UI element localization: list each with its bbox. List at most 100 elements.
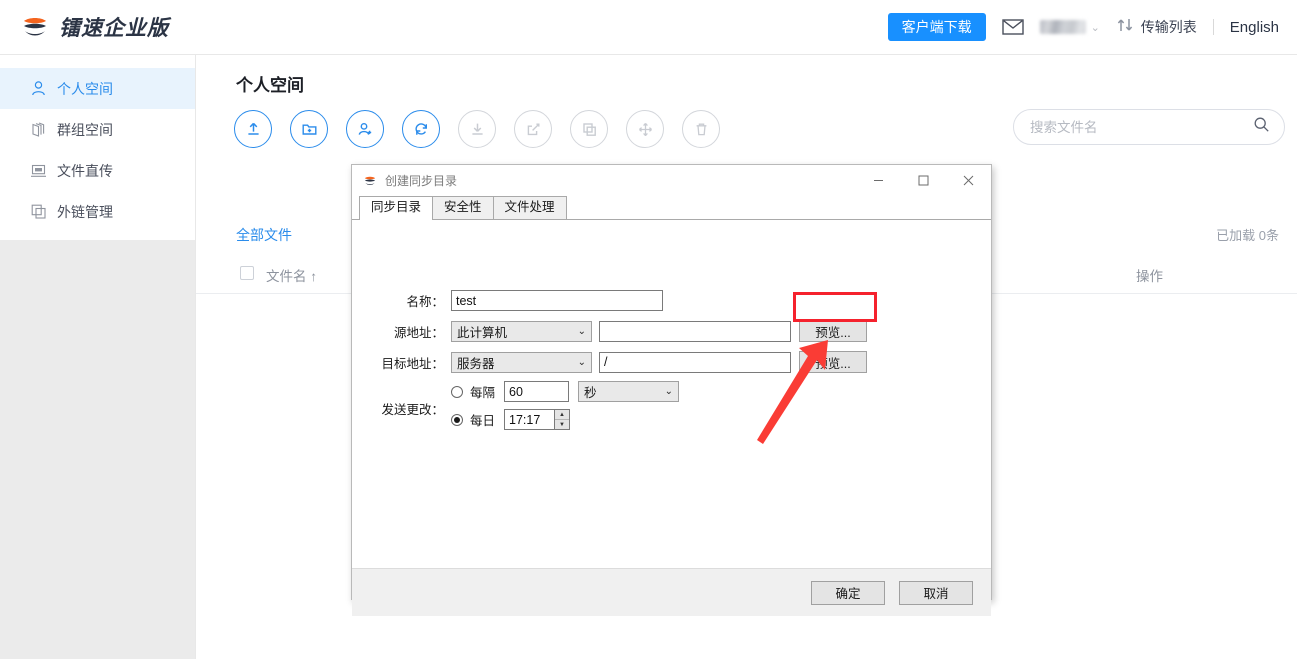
copy-icon — [580, 120, 599, 139]
move-icon — [636, 120, 655, 139]
close-icon[interactable] — [946, 165, 991, 196]
search-icon[interactable] — [1253, 116, 1270, 138]
daily-radio-label: 每日 — [470, 410, 495, 429]
source-type-value: 此计算机 — [457, 322, 507, 341]
external-link-button — [514, 110, 552, 148]
search-input[interactable] — [1028, 119, 1253, 136]
interval-unit-select[interactable]: 秒 ⌄ — [578, 381, 679, 402]
transfer-list-label: 传输列表 — [1141, 17, 1197, 37]
download-button — [458, 110, 496, 148]
interval-radio-wrap[interactable]: 每隔 — [451, 382, 495, 401]
cancel-button[interactable]: 取消 — [899, 581, 973, 605]
client-download-button[interactable]: 客户端下载 — [888, 13, 986, 41]
sidebar-item-label: 文件直传 — [57, 161, 113, 181]
ok-button[interactable]: 确定 — [811, 581, 885, 605]
source-type-select[interactable]: 此计算机 ⌄ — [451, 321, 592, 342]
daily-time-input[interactable] — [504, 409, 555, 430]
spinner-up-icon[interactable]: ▲ — [555, 410, 569, 420]
leisu-logo-icon — [20, 12, 50, 42]
external-link-manage-icon — [30, 203, 47, 220]
send-changes-label: 发送更改： — [362, 399, 444, 418]
group-icon — [30, 121, 47, 138]
dialog-footer: 确定 取消 — [352, 568, 991, 616]
sidebar-item-label: 个人空间 — [57, 79, 113, 99]
mail-icon[interactable] — [1002, 18, 1024, 36]
sync-icon — [412, 120, 431, 139]
language-switch[interactable]: English — [1230, 19, 1279, 36]
target-type-select[interactable]: 服务器 ⌄ — [451, 352, 592, 373]
leisu-logo-icon — [363, 174, 377, 188]
header-actions: 客户端下载 ⌄ 传输列表 — [888, 13, 1279, 41]
loaded-count: 已加载 0条 — [1216, 225, 1279, 244]
upload-button[interactable] — [234, 110, 272, 148]
user-icon — [30, 80, 47, 97]
sidebar-item-external-link-manage[interactable]: 外链管理 — [0, 191, 195, 232]
transfer-list-button[interactable]: 传输列表 — [1116, 16, 1197, 39]
interval-radio[interactable] — [451, 386, 463, 398]
breadcrumb[interactable]: 全部文件 — [236, 225, 292, 245]
tab-sync-directory[interactable]: 同步目录 — [359, 196, 433, 220]
select-all-checkbox[interactable] — [240, 266, 254, 280]
target-row: 目标地址： 服务器 ⌄ 预览... — [362, 351, 867, 373]
interval-unit-value: 秒 — [584, 382, 597, 401]
trash-icon — [692, 120, 711, 139]
chevron-down-icon: ⌄ — [578, 326, 586, 337]
user-menu[interactable]: ⌄ — [1040, 20, 1100, 34]
column-header-filename[interactable]: 文件名 ↑ — [266, 265, 317, 285]
source-label: 源地址： — [362, 322, 444, 341]
window-controls — [856, 165, 991, 196]
interval-value-input[interactable] — [504, 381, 569, 402]
target-label: 目标地址： — [362, 353, 444, 372]
page-title: 个人空间 — [236, 71, 304, 96]
interval-radio-label: 每隔 — [470, 382, 495, 401]
share-user-button[interactable] — [346, 110, 384, 148]
file-toolbar — [234, 110, 720, 148]
username-blurred — [1040, 20, 1086, 34]
send-changes-label-wrap: 发送更改： — [362, 399, 451, 418]
tab-file-processing[interactable]: 文件处理 — [493, 196, 567, 219]
brand: 镭速企业版 — [20, 12, 169, 42]
daily-row: 每日 ▲ ▼ — [451, 409, 570, 430]
target-browse-button[interactable]: 预览... — [799, 351, 867, 373]
daily-radio-wrap[interactable]: 每日 — [451, 410, 495, 429]
chevron-down-icon: ⌄ — [1091, 21, 1100, 34]
add-user-icon — [356, 120, 375, 139]
maximize-icon[interactable] — [901, 165, 946, 196]
dialog-title: 创建同步目录 — [385, 172, 457, 189]
sidebar-item-personal-space[interactable]: 个人空间 — [0, 68, 195, 109]
header-divider — [1213, 19, 1214, 35]
transfer-list-icon — [1116, 16, 1134, 39]
source-path-input[interactable] — [599, 321, 791, 342]
dialog-titlebar[interactable]: 创建同步目录 — [352, 165, 991, 196]
sidebar-nav: 个人空间 群组空间 — [0, 55, 195, 232]
source-browse-button[interactable]: 预览... — [799, 320, 867, 342]
daily-radio[interactable] — [451, 414, 463, 426]
new-folder-icon — [300, 120, 319, 139]
sidebar-item-direct-transfer[interactable]: 文件直传 — [0, 150, 195, 191]
chevron-down-icon: ⌄ — [578, 357, 586, 368]
tab-security[interactable]: 安全性 — [432, 196, 494, 219]
spinner-down-icon[interactable]: ▼ — [555, 420, 569, 429]
new-folder-button[interactable] — [290, 110, 328, 148]
daily-time-stepper[interactable]: ▲ ▼ — [504, 409, 570, 430]
search-box[interactable] — [1013, 109, 1285, 145]
time-spinner-buttons[interactable]: ▲ ▼ — [555, 409, 570, 430]
target-path-input[interactable] — [599, 352, 791, 373]
direct-transfer-icon — [30, 162, 47, 179]
name-label: 名称： — [362, 291, 444, 310]
brand-text: 镭速企业版 — [59, 12, 169, 42]
sync-button[interactable] — [402, 110, 440, 148]
chevron-down-icon: ⌄ — [665, 386, 673, 397]
sidebar: 个人空间 群组空间 — [0, 55, 196, 659]
sidebar-item-group-space[interactable]: 群组空间 — [0, 109, 195, 150]
column-header-operation: 操作 — [1136, 265, 1163, 285]
app-header: 镭速企业版 客户端下载 ⌄ — [0, 0, 1297, 55]
minimize-icon[interactable] — [856, 165, 901, 196]
name-row: 名称： — [362, 290, 663, 311]
interval-row: 每隔 秒 ⌄ — [451, 381, 679, 402]
name-input[interactable] — [451, 290, 663, 311]
copy-button — [570, 110, 608, 148]
app-root: 镭速企业版 客户端下载 ⌄ — [0, 0, 1297, 659]
sidebar-item-label: 外链管理 — [57, 202, 113, 222]
download-icon — [468, 120, 487, 139]
